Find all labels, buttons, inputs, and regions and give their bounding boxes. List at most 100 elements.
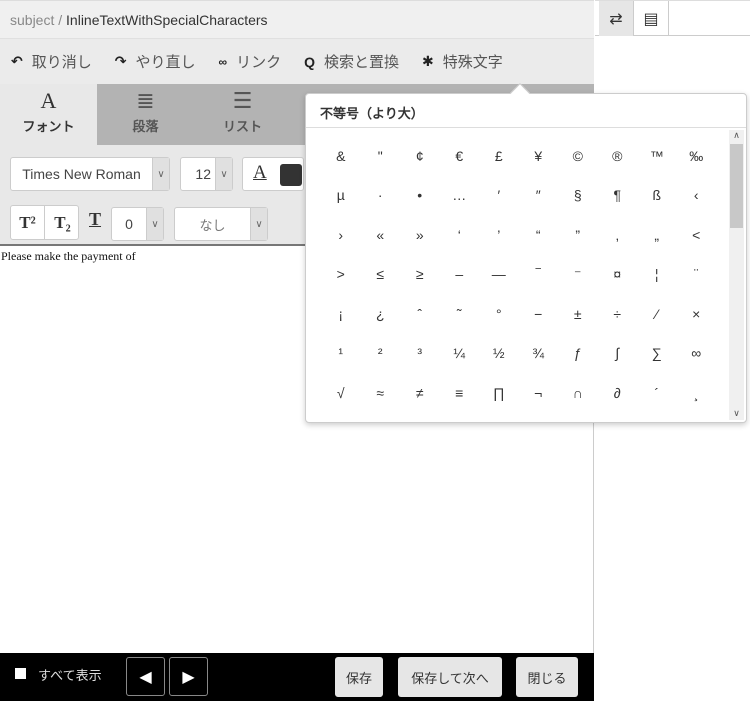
save-button[interactable]: 保存	[335, 657, 383, 697]
font-family-select[interactable]: Times New Roman ∨	[10, 157, 170, 191]
special-char-item[interactable]: ³	[400, 334, 440, 374]
special-char-item[interactable]: ›	[321, 215, 361, 255]
special-char-item[interactable]: µ	[321, 176, 361, 216]
close-button[interactable]: 閉じる	[516, 657, 578, 697]
special-char-item[interactable]: “	[519, 215, 559, 255]
scroll-up-icon[interactable]: ∧	[729, 130, 744, 142]
special-char-item[interactable]: ≡	[440, 373, 480, 413]
special-char-item[interactable]: ’	[479, 215, 519, 255]
special-char-item[interactable]: ¾	[519, 334, 559, 374]
special-char-item[interactable]: &	[321, 136, 361, 176]
breadcrumb-parent[interactable]: subject /	[10, 12, 62, 28]
special-char-item[interactable]: ·	[361, 176, 401, 216]
special-char-item[interactable]: >	[321, 255, 361, 295]
special-char-item[interactable]: ¹	[321, 334, 361, 374]
special-char-item[interactable]: ∫	[598, 334, 638, 374]
special-char-item[interactable]: ˜	[440, 294, 480, 334]
special-char-item[interactable]: „	[637, 215, 677, 255]
special-char-item[interactable]: ”	[558, 215, 598, 255]
special-char-item[interactable]: §	[558, 176, 598, 216]
special-char-item[interactable]: ±	[558, 294, 598, 334]
next-button[interactable]: ▶	[169, 657, 208, 696]
special-char-item[interactable]: ∏	[479, 373, 519, 413]
special-char-item[interactable]: ¡	[321, 294, 361, 334]
special-char-item[interactable]: ‾	[519, 255, 559, 295]
undo-icon: ↶	[11, 53, 23, 69]
special-char-item[interactable]: ´	[637, 373, 677, 413]
special-char-item[interactable]: ⁄	[637, 294, 677, 334]
special-char-item[interactable]: ″	[519, 176, 559, 216]
popup-scrollbar[interactable]: ∧ ∨	[729, 130, 744, 420]
special-char-item[interactable]: £	[479, 136, 519, 176]
decoration-select[interactable]: なし ∨	[174, 207, 268, 241]
special-char-item[interactable]: ¿	[361, 294, 401, 334]
tab-paragraph[interactable]: ≣ 段落	[97, 84, 194, 145]
special-char-item[interactable]: …	[440, 176, 480, 216]
special-char-item[interactable]: −	[519, 294, 559, 334]
special-characters-button[interactable]: ✱ 特殊文字	[422, 51, 503, 72]
link-button[interactable]: ∞ リンク	[219, 51, 282, 72]
special-char-item[interactable]: ≠	[400, 373, 440, 413]
special-char-item[interactable]: ‹	[677, 176, 717, 216]
special-char-item[interactable]: ¸	[677, 373, 717, 413]
tab-font[interactable]: A フォント	[0, 84, 97, 145]
special-char-item[interactable]: ¨	[677, 255, 717, 295]
special-char-item[interactable]: ™	[637, 136, 677, 176]
list-icon: ☰	[232, 88, 253, 113]
special-char-item[interactable]: »	[400, 215, 440, 255]
special-char-item[interactable]: ∂	[598, 373, 638, 413]
special-char-item[interactable]: ∩	[558, 373, 598, 413]
special-char-item[interactable]: ≥	[400, 255, 440, 295]
special-char-item[interactable]: ¬	[519, 373, 559, 413]
special-char-item[interactable]: ®	[598, 136, 638, 176]
special-char-item[interactable]: ©	[558, 136, 598, 176]
subscript-button[interactable]: T₂	[46, 206, 79, 239]
special-char-item[interactable]: ¶	[598, 176, 638, 216]
redo-button[interactable]: ↷ やり直し	[115, 51, 196, 72]
special-char-item[interactable]: ½	[479, 334, 519, 374]
save-and-next-button[interactable]: 保存して次へ	[398, 657, 502, 697]
save-layout-button[interactable]: ▤	[634, 1, 669, 36]
special-char-item[interactable]: ¥	[519, 136, 559, 176]
font-size-select[interactable]: 12 ∨	[180, 157, 233, 191]
font-color-button[interactable]: A	[242, 157, 304, 191]
special-char-item[interactable]: ∞	[677, 334, 717, 374]
special-char-item[interactable]: "	[361, 136, 401, 176]
special-char-item[interactable]: ¼	[440, 334, 480, 374]
special-char-item[interactable]: ‰	[677, 136, 717, 176]
swap-panes-button[interactable]: ⇄	[599, 1, 634, 36]
tab-list[interactable]: ☰ リスト	[194, 84, 291, 145]
scrollbar-thumb[interactable]	[730, 144, 743, 228]
special-char-item[interactable]: <	[677, 215, 717, 255]
special-char-item[interactable]: —	[479, 255, 519, 295]
special-char-item[interactable]: ∑	[637, 334, 677, 374]
find-replace-button[interactable]: Q 検索と置換	[304, 51, 399, 72]
show-all-checkbox[interactable]	[15, 668, 26, 679]
special-char-item[interactable]: ¤	[598, 255, 638, 295]
special-char-item[interactable]: ‚	[598, 215, 638, 255]
special-char-item[interactable]: ²	[361, 334, 401, 374]
prev-button[interactable]: ◀	[126, 657, 165, 696]
superscript-button[interactable]: T²	[11, 206, 45, 239]
special-char-item[interactable]: ⁻	[558, 255, 598, 295]
special-char-item[interactable]: ′	[479, 176, 519, 216]
special-char-item[interactable]: ˆ	[400, 294, 440, 334]
scroll-down-icon[interactable]: ∨	[729, 408, 744, 420]
special-char-item[interactable]: ≈	[361, 373, 401, 413]
special-char-item[interactable]: √	[321, 373, 361, 413]
special-char-item[interactable]: •	[400, 176, 440, 216]
special-char-item[interactable]: «	[361, 215, 401, 255]
special-char-item[interactable]: ¢	[400, 136, 440, 176]
special-char-item[interactable]: ‘	[440, 215, 480, 255]
special-char-item[interactable]: °	[479, 294, 519, 334]
special-char-item[interactable]: €	[440, 136, 480, 176]
special-char-item[interactable]: –	[440, 255, 480, 295]
undo-button[interactable]: ↶ 取り消し	[11, 51, 92, 72]
spacing-select[interactable]: 0 ∨	[111, 207, 164, 241]
special-char-item[interactable]: ≤	[361, 255, 401, 295]
special-char-item[interactable]: ß	[637, 176, 677, 216]
special-char-item[interactable]: ÷	[598, 294, 638, 334]
special-char-item[interactable]: ¦	[637, 255, 677, 295]
special-char-item[interactable]: ƒ	[558, 334, 598, 374]
special-char-item[interactable]: ×	[677, 294, 717, 334]
